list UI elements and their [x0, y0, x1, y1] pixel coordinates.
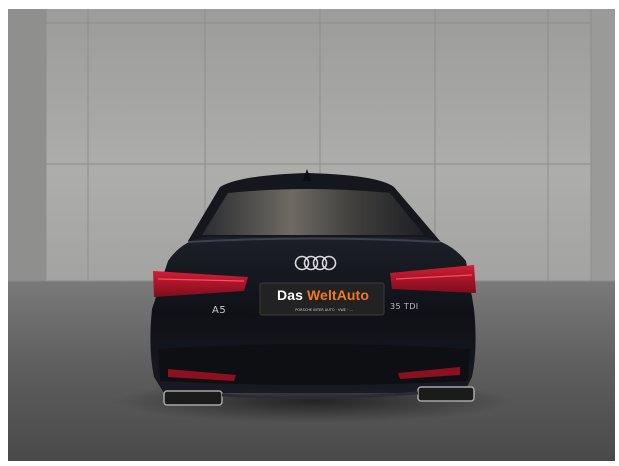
photo-frame: Das WeltAuto PORSCHE INTER AUTO · VWE · …	[8, 9, 615, 461]
model-badge: A5	[212, 305, 227, 316]
plate-brand: Das WeltAuto	[264, 287, 382, 303]
showroom-photo	[8, 9, 615, 461]
right-exhaust	[417, 386, 475, 402]
plate-brand-weltauto: WeltAuto	[307, 287, 369, 303]
left-exhaust	[163, 390, 223, 406]
right-wall	[591, 9, 615, 285]
left-wall	[8, 9, 46, 285]
rear-window	[202, 189, 424, 235]
plate-brand-das: Das	[277, 287, 307, 303]
trim-badge: 35 TDI	[390, 302, 419, 311]
plate-dealer-line: PORSCHE INTER AUTO · VWE · ...	[295, 308, 353, 312]
